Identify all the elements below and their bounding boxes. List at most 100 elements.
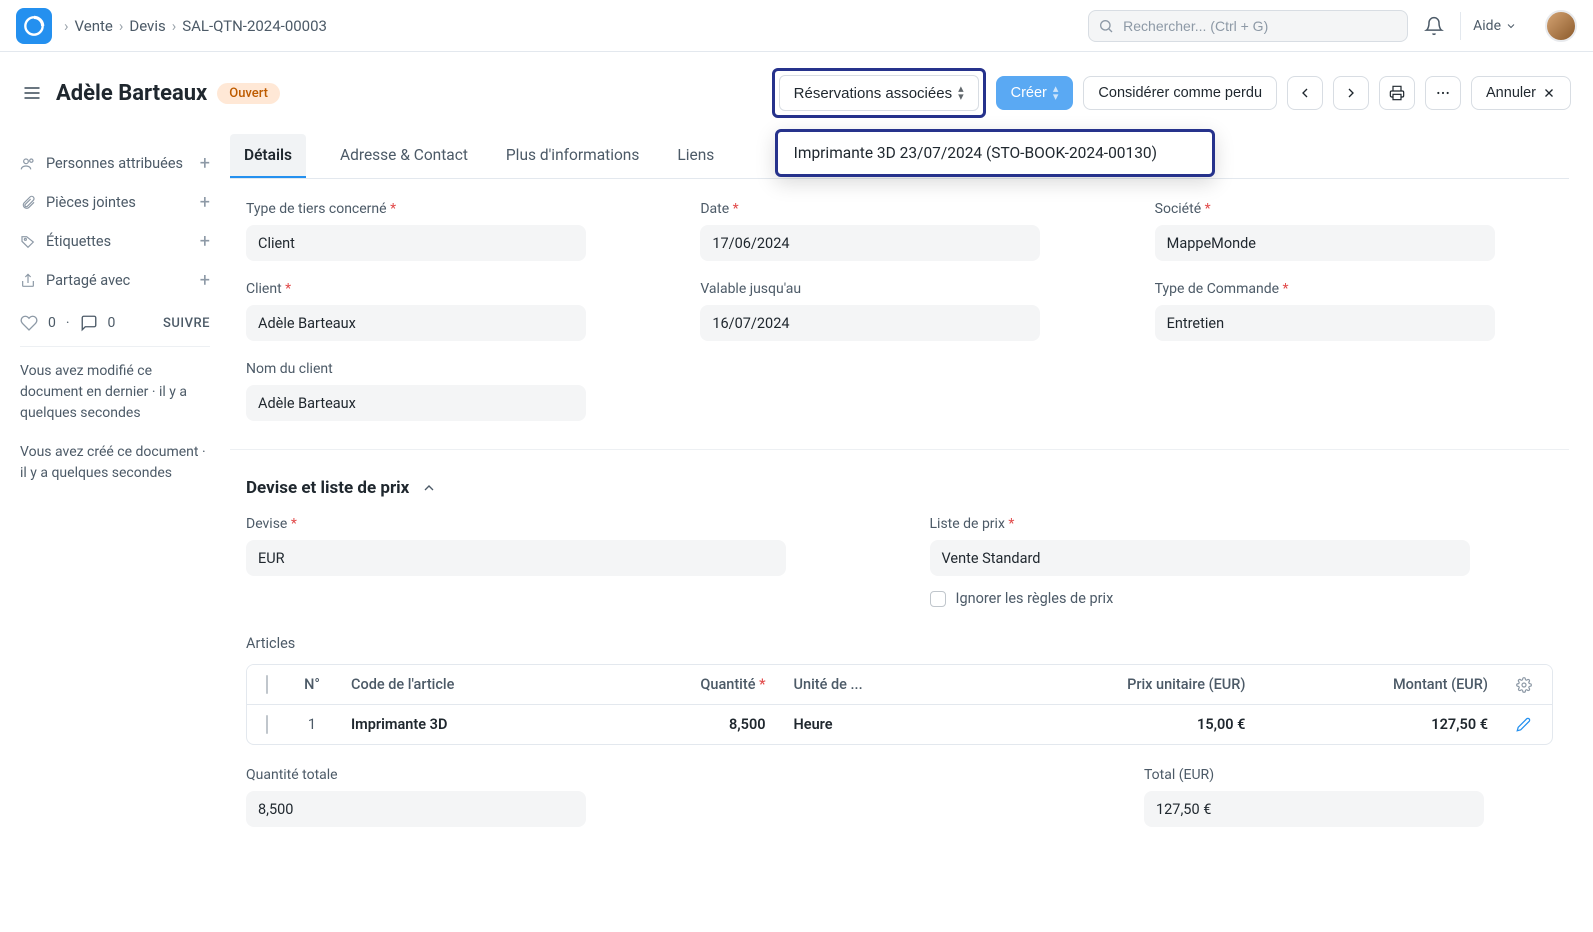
page-title: Adèle Barteaux — [56, 81, 207, 106]
section-currency-title[interactable]: Devise et liste de prix — [230, 472, 1569, 516]
items-table: N° Code de l'article Quantité * Unité de… — [246, 664, 1553, 745]
field-label: Liste de prix * — [930, 516, 1554, 532]
articles-label: Articles — [230, 631, 1569, 664]
plus-icon[interactable]: + — [200, 192, 210, 213]
separator: · — [66, 315, 70, 331]
notifications-icon[interactable] — [1424, 16, 1444, 36]
field-input[interactable]: 17/06/2024 — [700, 225, 1040, 261]
tab-address[interactable]: Adresse & Contact — [336, 134, 472, 178]
col-price: Prix unitaire (EUR) — [971, 665, 1260, 705]
checkbox[interactable] — [266, 715, 268, 734]
field-valable: Valable jusqu'au 16/07/2024 — [700, 281, 1114, 341]
app-logo[interactable] — [16, 8, 52, 44]
col-uom: Unité de ... — [780, 665, 971, 705]
cell-uom: Heure — [780, 705, 971, 745]
search-icon — [1098, 18, 1114, 34]
status-badge: Ouvert — [217, 83, 280, 104]
field-client: Client * Adèle Barteaux — [246, 281, 660, 341]
tab-more-info[interactable]: Plus d'informations — [502, 134, 643, 178]
user-avatar[interactable] — [1545, 10, 1577, 42]
share-icon — [20, 273, 36, 289]
breadcrumb-devis[interactable]: Devis — [129, 17, 165, 35]
cancel-button[interactable]: Annuler — [1471, 76, 1571, 110]
field-value: 127,50 € — [1144, 791, 1484, 827]
cell-code: Imprimante 3D — [337, 705, 596, 745]
menu-toggle-icon[interactable] — [22, 83, 42, 103]
field-nom-client: Nom du client Adèle Barteaux — [246, 361, 660, 421]
field-input[interactable]: Adèle Barteaux — [246, 385, 586, 421]
dots-icon — [1435, 85, 1451, 101]
comment-icon[interactable] — [80, 314, 98, 332]
search-input[interactable] — [1088, 10, 1408, 42]
field-input[interactable]: Client — [246, 225, 586, 261]
table-row[interactable]: 1 Imprimante 3D 8,500 Heure 15,00 € 127,… — [247, 705, 1552, 745]
chevron-down-icon — [1505, 20, 1517, 32]
breadcrumb-vente[interactable]: Vente — [75, 17, 113, 35]
reservation-item[interactable]: Imprimante 3D 23/07/2024 (STO-BOOK-2024-… — [778, 132, 1212, 174]
more-button[interactable] — [1425, 76, 1461, 110]
field-label: Date * — [700, 201, 1114, 217]
modified-info: Vous avez modifié ce document en dernier… — [20, 361, 210, 424]
print-button[interactable] — [1379, 76, 1415, 110]
cell-edit[interactable] — [1502, 705, 1552, 745]
field-total-qty: Quantité totale 8,500 — [246, 767, 655, 827]
col-amount: Montant (EUR) — [1259, 665, 1502, 705]
section-label: Devise et liste de prix — [246, 478, 409, 498]
breadcrumb-current: SAL-QTN-2024-00003 — [182, 17, 327, 35]
reservations-button[interactable]: Réservations associées ▴▾ — [779, 75, 979, 111]
chevron-right-icon: › — [119, 17, 124, 35]
field-type-commande: Type de Commande * Entretien — [1155, 281, 1569, 341]
sidebar-label: Personnes attribuées — [46, 155, 183, 172]
prev-button[interactable] — [1287, 76, 1323, 110]
breadcrumb: › Vente › Devis › SAL-QTN-2024-00003 — [64, 17, 327, 35]
field-input[interactable]: EUR — [246, 540, 786, 576]
sidebar-shared[interactable]: Partagé avec + — [20, 261, 210, 300]
col-settings[interactable] — [1502, 665, 1552, 705]
plus-icon[interactable]: + — [200, 270, 210, 291]
top-navbar: › Vente › Devis › SAL-QTN-2024-00003 Aid… — [0, 0, 1593, 52]
field-date: Date * 17/06/2024 — [700, 201, 1114, 261]
field-label: Type de Commande * — [1155, 281, 1569, 297]
field-input[interactable]: 16/07/2024 — [700, 305, 1040, 341]
sidebar-label: Étiquettes — [46, 233, 111, 250]
follow-button[interactable]: SUIVRE — [163, 316, 210, 331]
create-button[interactable]: Créer ▴▾ — [996, 76, 1074, 110]
sidebar-tags[interactable]: Étiquettes + — [20, 222, 210, 261]
cancel-label: Annuler — [1486, 85, 1536, 101]
field-input[interactable]: Vente Standard — [930, 540, 1470, 576]
cell-price: 15,00 € — [971, 705, 1260, 745]
tab-details[interactable]: Détails — [230, 134, 306, 178]
checkbox[interactable] — [930, 591, 946, 607]
chevron-left-icon — [1297, 85, 1313, 101]
plus-icon[interactable]: + — [200, 231, 210, 252]
next-button[interactable] — [1333, 76, 1369, 110]
sidebar-assigned[interactable]: Personnes attribuées + — [20, 144, 210, 183]
field-input[interactable]: MappeMonde — [1155, 225, 1495, 261]
paperclip-icon — [20, 195, 36, 211]
field-input[interactable]: Adèle Barteaux — [246, 305, 586, 341]
sidebar-stats: 0 · 0 SUIVRE — [20, 300, 210, 347]
field-total-amount: Total (EUR) 127,50 € — [1144, 767, 1553, 827]
printer-icon — [1389, 85, 1405, 101]
sidebar-attachments[interactable]: Pièces jointes + — [20, 183, 210, 222]
sort-icon: ▴▾ — [958, 85, 964, 101]
field-input[interactable]: Entretien — [1155, 305, 1495, 341]
reservations-label: Réservations associées — [794, 85, 952, 102]
field-label: Valable jusqu'au — [700, 281, 1114, 297]
cell-qty: 8,500 — [596, 705, 780, 745]
field-devise: Devise * EUR — [246, 516, 870, 607]
plus-icon[interactable]: + — [200, 153, 210, 174]
mark-lost-button[interactable]: Considérer comme perdu — [1083, 76, 1277, 110]
tab-links[interactable]: Liens — [673, 134, 718, 178]
field-societe: Société * MappeMonde — [1155, 201, 1569, 261]
gear-icon — [1516, 677, 1532, 693]
field-label: Nom du client — [246, 361, 660, 377]
pencil-icon — [1516, 717, 1531, 732]
checkbox-all[interactable] — [266, 675, 268, 694]
heart-icon[interactable] — [20, 314, 38, 332]
create-label: Créer — [1011, 85, 1047, 101]
ignore-rules-row[interactable]: Ignorer les règles de prix — [930, 590, 1554, 607]
col-n: N° — [287, 665, 337, 705]
field-label: Client * — [246, 281, 660, 297]
help-menu[interactable]: Aide — [1460, 12, 1529, 40]
